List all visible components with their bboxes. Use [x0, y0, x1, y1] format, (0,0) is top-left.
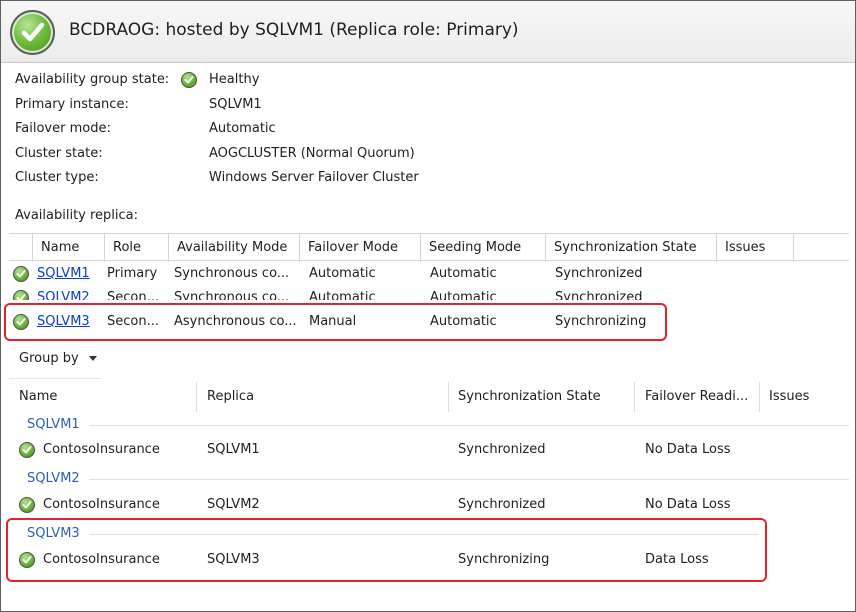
column-header-issues[interactable]: Issues	[717, 234, 794, 262]
chevron-down-icon	[88, 351, 97, 366]
synchronized-check-icon	[19, 442, 35, 458]
group-by-divider	[9, 378, 101, 379]
healthy-check-icon	[181, 72, 197, 88]
synchronized-check-icon	[19, 497, 35, 513]
availability-replica-label: Availability replica:	[15, 208, 139, 223]
group-header[interactable]: SQLVM2	[27, 471, 80, 486]
column-header-status[interactable]	[9, 234, 33, 262]
database-sync-state: Synchronized	[458, 497, 546, 512]
failover-mode-value: Automatic	[209, 121, 276, 136]
synchronized-check-icon	[13, 266, 29, 282]
group-by-label: Group by	[19, 351, 79, 366]
replica-seeding-mode: Automatic	[430, 266, 497, 281]
database-name: ContosoInsurance	[43, 442, 160, 457]
column-header-availability-mode[interactable]: Availability Mode	[169, 234, 300, 262]
healthy-status-icon	[10, 10, 55, 55]
database-replica: SQLVM1	[207, 442, 260, 457]
column-header-name[interactable]: Name	[19, 382, 197, 412]
cluster-type-value: Windows Server Failover Cluster	[209, 170, 419, 185]
replica-role: Secon...	[107, 290, 159, 300]
dashboard-window: BCDRAOG: hosted by SQLVM1 (Replica role:…	[0, 0, 856, 612]
replica-failover-mode: Automatic	[309, 290, 376, 300]
column-header-failover-readiness[interactable]: Failover Readi...	[645, 382, 760, 412]
column-header-role[interactable]: Role	[105, 234, 169, 262]
dashboard-header: BCDRAOG: hosted by SQLVM1 (Replica role:…	[1, 1, 855, 63]
column-header-failover-mode[interactable]: Failover Mode	[300, 234, 421, 262]
database-failover-readiness: No Data Loss	[645, 442, 731, 457]
database-failover-readiness: No Data Loss	[645, 497, 731, 512]
replica-availability-mode: Synchronous co...	[174, 290, 290, 300]
replica-name-link[interactable]: SQLVM2	[37, 286, 99, 300]
failover-mode-label: Failover mode:	[15, 121, 111, 136]
replica-row[interactable]: SQLVM1 Primary Synchronous co... Automat…	[9, 262, 849, 286]
replica-sync-state: Synchronized	[555, 266, 643, 281]
replica-role: Primary	[107, 266, 158, 281]
ag-state-label: Availability group state:	[15, 72, 170, 87]
group-header[interactable]: SQLVM1	[27, 417, 80, 432]
column-header-replica[interactable]: Replica	[207, 382, 449, 412]
group-divider	[89, 479, 849, 480]
column-header-synchronization-state[interactable]: Synchronization State	[546, 234, 717, 262]
column-header-seeding-mode[interactable]: Seeding Mode	[421, 234, 546, 262]
group-by-dropdown[interactable]: Group by	[19, 351, 97, 366]
replica-name-link[interactable]: SQLVM1	[37, 262, 99, 286]
highlight-box	[6, 518, 767, 582]
cluster-type-label: Cluster type:	[15, 170, 99, 185]
column-header-name[interactable]: Name	[33, 234, 105, 262]
dashboard-title: BCDRAOG: hosted by SQLVM1 (Replica role:…	[69, 20, 519, 40]
primary-instance-value: SQLVM1	[209, 97, 262, 112]
cluster-state-label: Cluster state:	[15, 146, 103, 161]
ag-state-value: Healthy	[209, 72, 260, 87]
cluster-state-value: AOGCLUSTER (Normal Quorum)	[209, 146, 415, 161]
synchronized-check-icon	[13, 290, 29, 300]
replica-failover-mode: Automatic	[309, 266, 376, 281]
replica-sync-state: Synchronized	[555, 290, 643, 300]
group-divider	[89, 425, 849, 426]
database-sync-state: Synchronized	[458, 442, 546, 457]
column-header-synchronization-state[interactable]: Synchronization State	[458, 382, 635, 412]
database-replica: SQLVM2	[207, 497, 260, 512]
database-name: ContosoInsurance	[43, 497, 160, 512]
replica-availability-mode: Synchronous co...	[174, 266, 290, 281]
primary-instance-label: Primary instance:	[15, 97, 129, 112]
replica-row[interactable]: SQLVM2 Secon... Synchronous co... Automa…	[9, 286, 849, 300]
highlight-box	[4, 303, 667, 341]
column-header-issues[interactable]: Issues	[769, 382, 849, 412]
replica-grid-header: Name Role Availability Mode Failover Mod…	[9, 233, 849, 262]
replica-seeding-mode: Automatic	[430, 290, 497, 300]
